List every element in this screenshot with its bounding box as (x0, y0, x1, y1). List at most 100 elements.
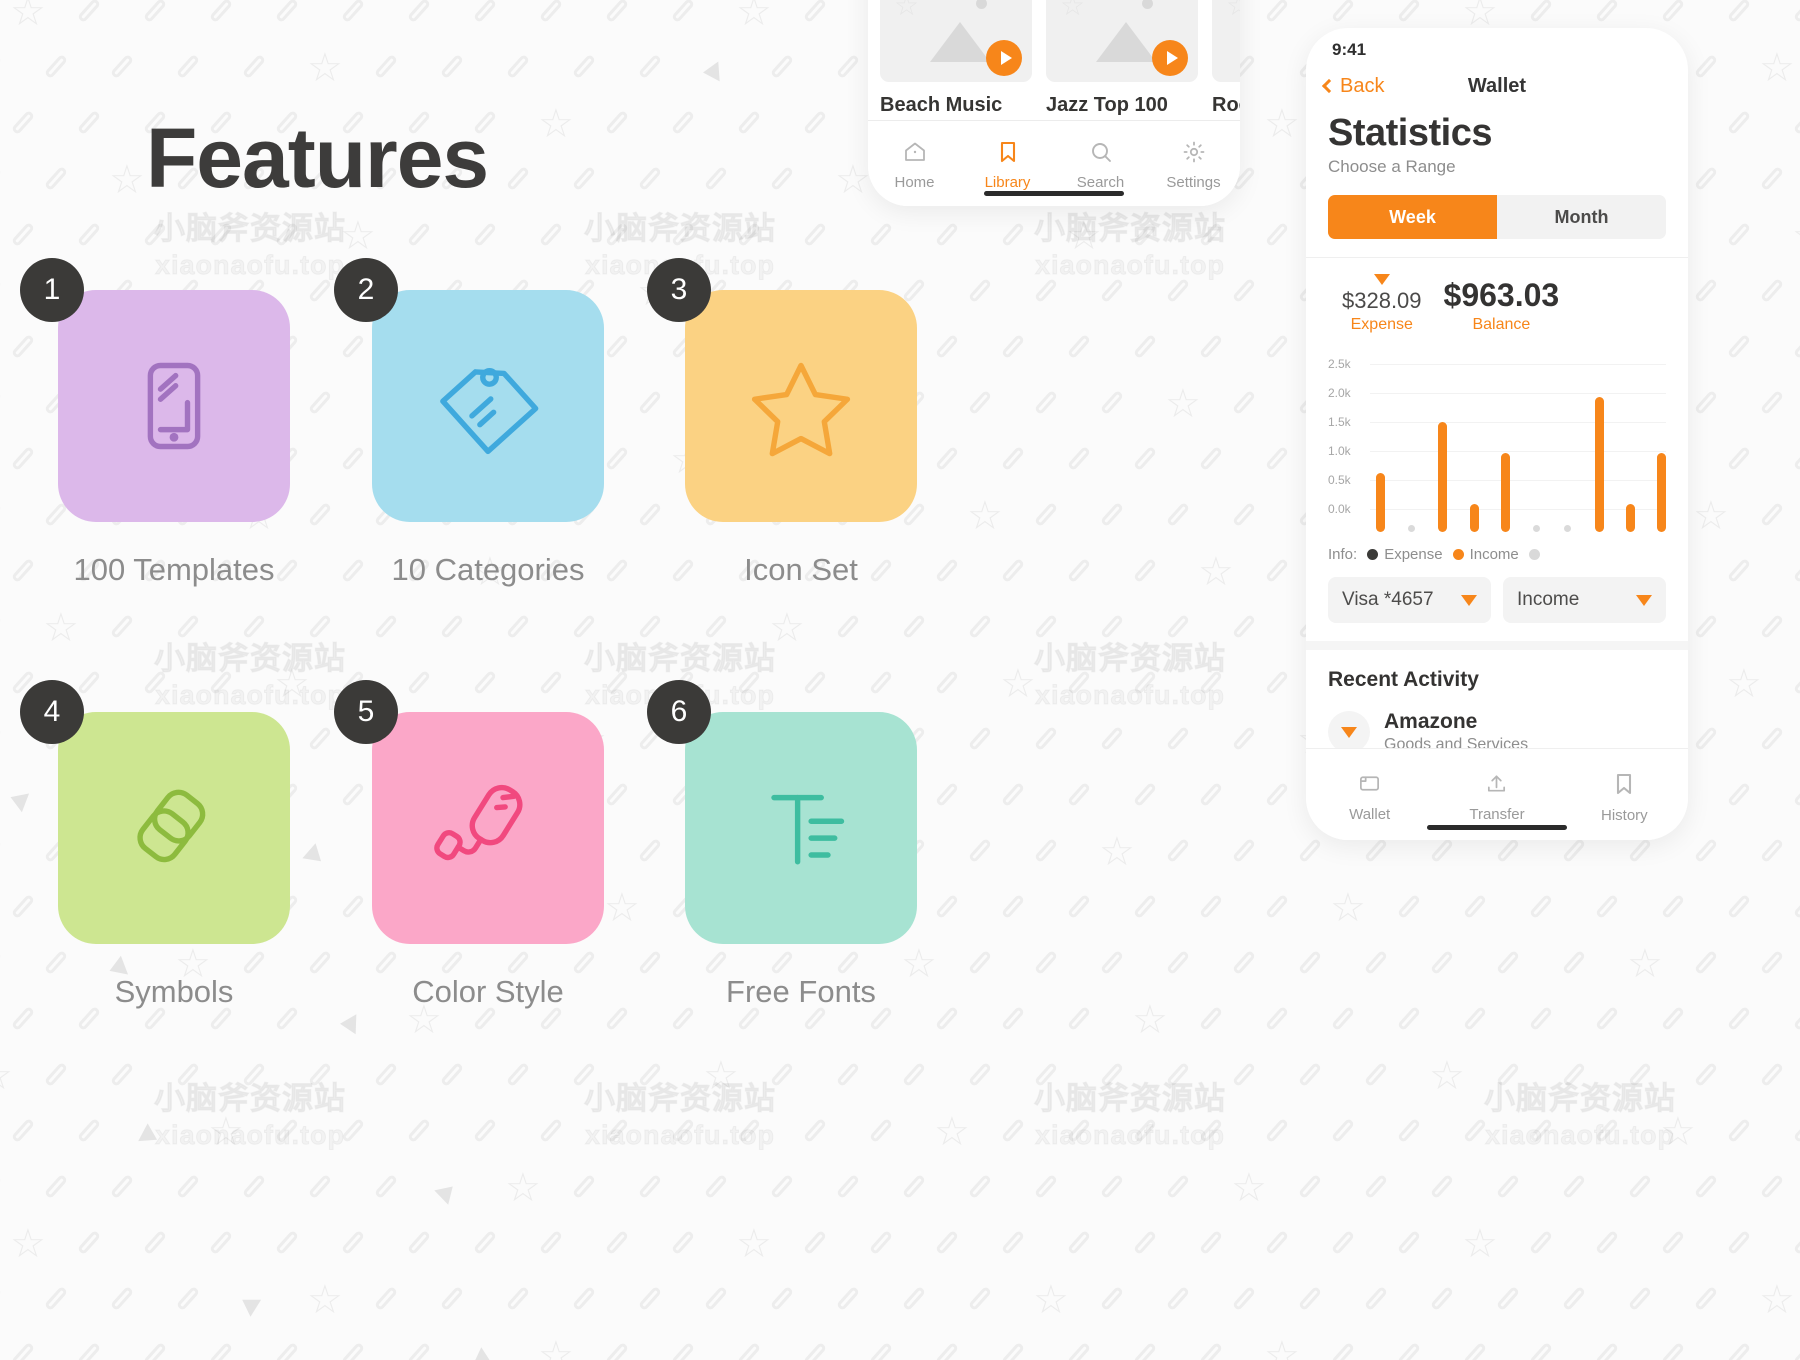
range-option-week[interactable]: Week (1328, 195, 1497, 239)
filter-selects: Visa *4657 Income (1328, 577, 1666, 641)
recent-activity-section: Recent Activity Amazone Goods and Servic… (1306, 641, 1688, 754)
card-select[interactable]: Visa *4657 (1328, 577, 1491, 623)
music-card[interactable]: ☆ Beach Music (880, 0, 1032, 117)
feature-grid: 1 100 Templates 2 10 Categories 3 Icon S… (0, 258, 1180, 1090)
music-card-title: Beach Music (880, 94, 1003, 116)
album-artwork: ☆ (1212, 0, 1240, 82)
play-button[interactable] (986, 40, 1022, 76)
feature-number: 5 (357, 695, 375, 728)
feature-card-5[interactable]: 5 Color Style (332, 680, 644, 1010)
watermark: 小脑斧资源站 xiaonaofu.top (490, 1080, 870, 1153)
y-axis-tick: 1.5k (1328, 415, 1351, 429)
feature-number-badge: 3 (647, 258, 711, 322)
feature-number-badge: 5 (334, 680, 398, 744)
tab-wallet[interactable]: Wallet (1306, 749, 1433, 840)
bar-series (1376, 372, 1666, 532)
text-format-icon (747, 774, 855, 882)
music-card[interactable]: ☆ Jazz Top 100 (1046, 0, 1198, 117)
star-icon: ☆ (894, 0, 920, 21)
feature-card-tile[interactable]: 4 (20, 680, 290, 944)
bar-column (1594, 372, 1604, 532)
link-chain-icon (120, 774, 228, 882)
bar (1594, 397, 1604, 532)
upload-icon (1485, 772, 1508, 799)
zero-marker (1408, 525, 1416, 532)
feature-card-2[interactable]: 2 10 Categories (332, 258, 644, 588)
back-button-label: Back (1340, 74, 1385, 97)
feature-label: Icon Set (744, 552, 858, 587)
feature-label: Color Style (412, 974, 564, 1009)
image-placeholder-mountain-icon (930, 22, 990, 62)
music-card[interactable]: ☆ Roc (1212, 0, 1240, 117)
feature-number-badge: 6 (647, 680, 711, 744)
page-title: Features (146, 111, 489, 205)
expense-label: Expense (1350, 316, 1413, 333)
y-axis-tick: 2.0k (1328, 386, 1351, 400)
home-indicator (1427, 825, 1567, 830)
range-option-label: Week (1389, 206, 1436, 227)
bar-column (1407, 372, 1416, 532)
watermark-line2: xiaonaofu.top (1035, 249, 1225, 280)
paint-roller-icon (434, 774, 542, 882)
y-axis-tick: 0.0k (1328, 502, 1351, 516)
feature-row: 1 100 Templates 2 10 Categories 3 Icon S… (0, 258, 1180, 690)
chevron-down-icon (1636, 594, 1652, 606)
feature-row: 4 Symbols 5 Color Style 6 Free Fonts (0, 680, 1180, 1090)
feature-number-badge: 4 (20, 680, 84, 744)
star-icon (747, 352, 855, 460)
watermark-line2: xiaonaofu.top (585, 1119, 775, 1150)
bar (1500, 453, 1510, 532)
amount-summary: $328.09 Expense $963.03 Balance (1328, 274, 1666, 334)
bar-column (1500, 372, 1510, 532)
image-placeholder-mountain-icon (1096, 22, 1156, 62)
legend-dot-icon (1452, 549, 1464, 560)
feature-card-4[interactable]: 4 Symbols (18, 680, 330, 1010)
feature-number-badge: 2 (334, 258, 398, 322)
range-segmented-control[interactable]: Week Month (1328, 195, 1666, 239)
grid-line (1370, 364, 1666, 365)
card-select-value: Visa *4657 (1342, 589, 1434, 610)
tab-history[interactable]: History (1561, 749, 1688, 840)
chart-legend: Info: Expense Income (1328, 546, 1666, 563)
y-axis-tick: 2.5k (1328, 357, 1351, 371)
legend-item-expense: Expense (1367, 546, 1443, 563)
bar-column (1532, 372, 1541, 532)
back-button[interactable]: Back (1321, 74, 1385, 98)
watermark: 小脑斧资源站 xiaonaofu.top (60, 1080, 440, 1153)
feature-number: 2 (357, 273, 375, 306)
music-app-phone-mockup: ☆ Beach Music ☆ Jazz Top 100 ☆ Ro Home L… (868, 0, 1240, 206)
statistics-panel: $328.09 Expense $963.03 Balance 2.5k 2.0k… (1306, 257, 1688, 641)
bar-column (1438, 372, 1448, 532)
price-tag-icon (434, 352, 542, 460)
feature-card-6[interactable]: 6 Free Fonts (645, 680, 957, 1010)
expense-summary: $328.09 Expense (1342, 274, 1422, 334)
tab-settings[interactable]: Settings (1147, 121, 1240, 206)
feature-label: 100 Templates (73, 552, 275, 587)
chevron-down-icon (1461, 594, 1477, 606)
home-icon (903, 140, 927, 168)
watermark-line2: xiaonaofu.top (1485, 1119, 1675, 1150)
tab-home[interactable]: Home (868, 121, 961, 206)
play-button[interactable] (1152, 40, 1188, 76)
range-option-month[interactable]: Month (1497, 195, 1666, 239)
caret-down-icon (1373, 274, 1390, 285)
feature-card-3[interactable]: 3 Icon Set (645, 258, 957, 588)
feature-card-tile[interactable]: 2 (334, 258, 604, 522)
bar-column (1376, 372, 1385, 532)
feature-card-tile[interactable]: 5 (334, 680, 604, 944)
type-select[interactable]: Income (1503, 577, 1666, 623)
y-axis-tick: 1.0k (1328, 444, 1351, 458)
feature-number: 6 (670, 695, 688, 728)
feature-card-tile[interactable]: 6 (647, 680, 917, 944)
watermark-line1: 小脑斧资源站 (1034, 211, 1226, 247)
feature-card-1[interactable]: 1 100 Templates (18, 258, 330, 588)
feature-card-tile[interactable]: 1 (20, 258, 290, 522)
feature-number: 4 (43, 695, 61, 728)
expense-value: $328.09 (1342, 288, 1422, 313)
feature-card-tile[interactable]: 3 (647, 258, 917, 522)
bar-column (1563, 372, 1572, 532)
chevron-left-icon (1321, 78, 1337, 94)
tab-label: Transfer (1469, 806, 1525, 823)
wallet-nav-bar: Back Wallet (1306, 66, 1688, 106)
transaction-name: Amazone (1384, 710, 1478, 733)
